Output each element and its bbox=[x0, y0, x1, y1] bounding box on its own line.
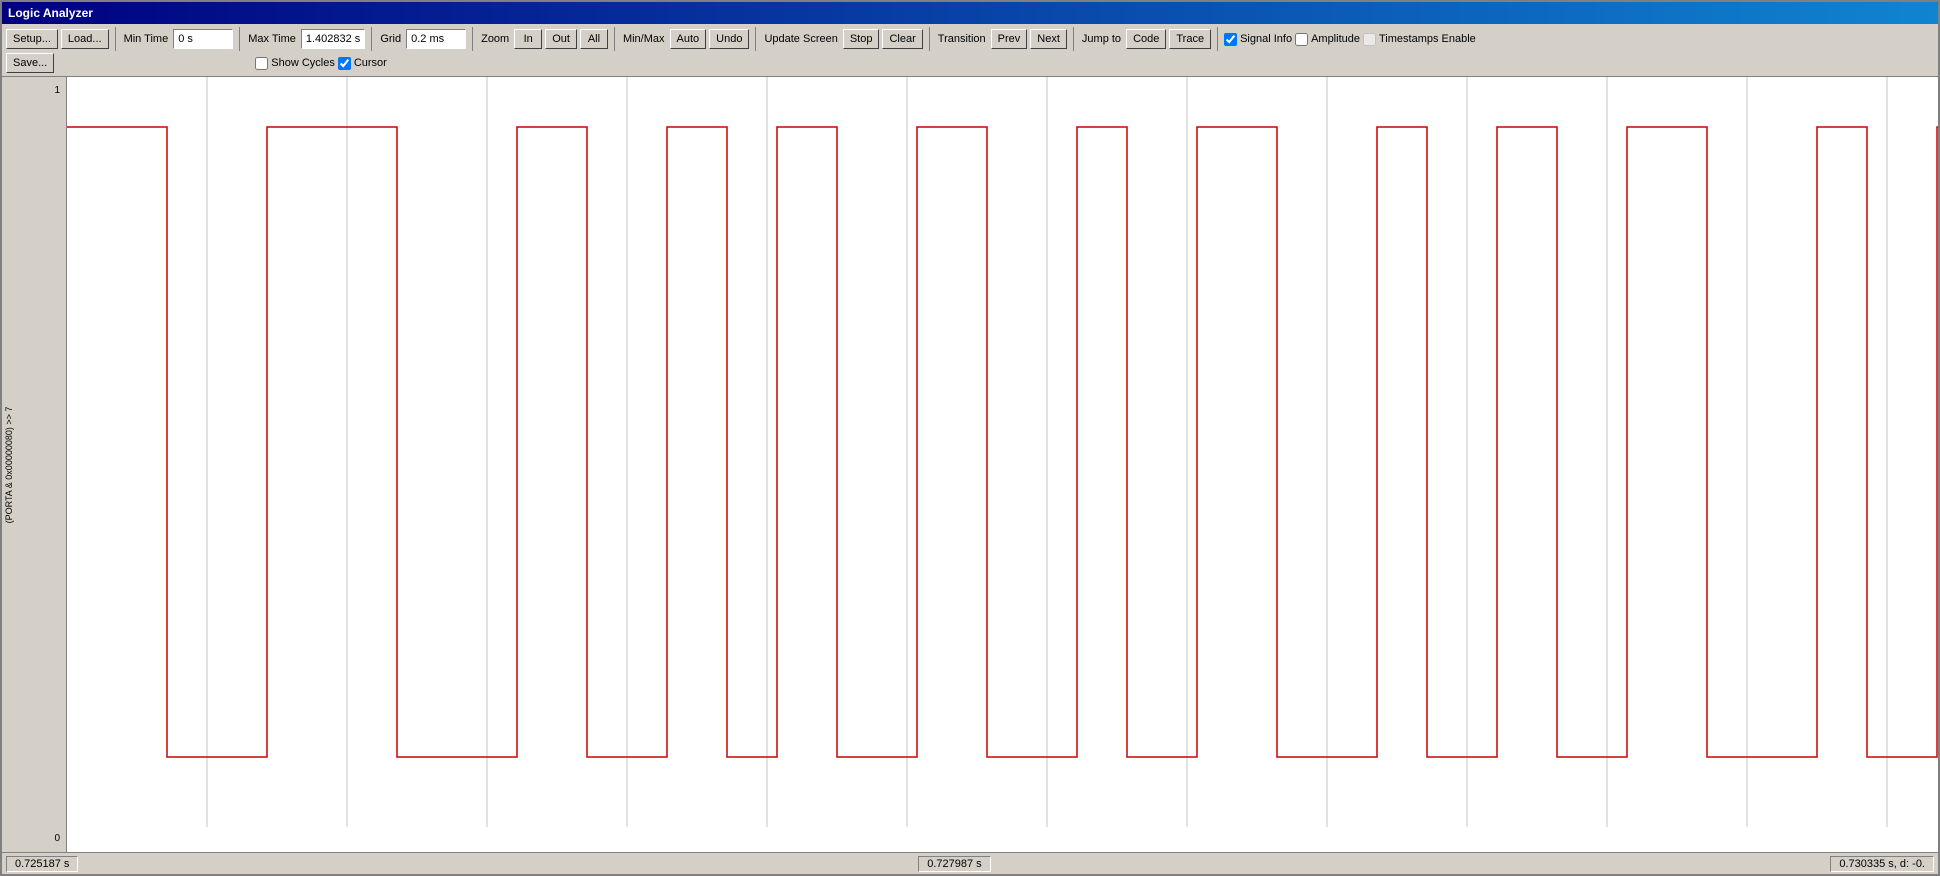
main-area: 1 0 (PORTA & 0x00000080) >> 7 bbox=[2, 77, 1938, 852]
signal-info-checkbox[interactable] bbox=[1224, 33, 1237, 46]
min-time-label: Min Time bbox=[122, 33, 171, 45]
waveform-svg bbox=[67, 77, 1938, 852]
zoom-all-button[interactable]: All bbox=[580, 29, 608, 49]
undo-button[interactable]: Undo bbox=[709, 29, 749, 49]
show-cycles-checkbox[interactable] bbox=[255, 57, 268, 70]
channel-labels-panel: 1 0 (PORTA & 0x00000080) >> 7 bbox=[2, 77, 67, 852]
separator-1 bbox=[115, 27, 116, 51]
grid-label: Grid bbox=[378, 33, 403, 45]
cursor-group: Cursor bbox=[338, 57, 387, 70]
status-center: 0.727987 s bbox=[918, 856, 990, 872]
separator-4 bbox=[472, 27, 473, 51]
separator-8 bbox=[1073, 27, 1074, 51]
separator-7 bbox=[929, 27, 930, 51]
toolbar: Setup... Load... Min Time 0 s Max Time 1… bbox=[2, 24, 1938, 77]
status-left: 0.725187 s bbox=[6, 856, 78, 872]
stop-button[interactable]: Stop bbox=[843, 29, 880, 49]
separator-3 bbox=[371, 27, 372, 51]
load-button[interactable]: Load... bbox=[61, 29, 109, 49]
amplitude-group: Amplitude bbox=[1295, 33, 1360, 46]
cursor-label: Cursor bbox=[354, 57, 387, 69]
signal-info-label: Signal Info bbox=[1240, 33, 1292, 45]
amplitude-checkbox[interactable] bbox=[1295, 33, 1308, 46]
update-screen-label: Update Screen bbox=[762, 33, 839, 45]
min-time-value: 0 s bbox=[173, 29, 233, 49]
waveform-area[interactable] bbox=[67, 77, 1938, 852]
max-time-value: 1.402832 s bbox=[301, 29, 365, 49]
timestamps-checkbox[interactable] bbox=[1363, 33, 1376, 46]
save-button[interactable]: Save... bbox=[6, 53, 54, 73]
max-time-label: Max Time bbox=[246, 33, 298, 45]
setup-button[interactable]: Setup... bbox=[6, 29, 58, 49]
transition-label: Transition bbox=[936, 33, 988, 45]
channel-label: (PORTA & 0x00000080) >> 7 bbox=[4, 406, 14, 523]
main-window: Logic Analyzer Setup... Load... Min Time… bbox=[0, 0, 1940, 876]
zoom-in-button[interactable]: In bbox=[514, 29, 542, 49]
timestamps-label: Timestamps Enable bbox=[1379, 33, 1476, 45]
right-time: 0.730335 s, d: -0. bbox=[1839, 858, 1925, 870]
prev-button[interactable]: Prev bbox=[991, 29, 1028, 49]
separator-6 bbox=[755, 27, 756, 51]
toolbar-row-1: Setup... Load... Min Time 0 s Max Time 1… bbox=[6, 27, 1934, 51]
left-time: 0.725187 s bbox=[15, 858, 69, 870]
jumpto-label: Jump to bbox=[1080, 33, 1123, 45]
minmax-label: Min/Max bbox=[621, 33, 667, 45]
trace-button[interactable]: Trace bbox=[1169, 29, 1211, 49]
separator-9 bbox=[1217, 27, 1218, 51]
signal-info-group: Signal Info bbox=[1224, 33, 1292, 46]
window-title: Logic Analyzer bbox=[8, 6, 93, 20]
auto-button[interactable]: Auto bbox=[670, 29, 707, 49]
zoom-label: Zoom bbox=[479, 33, 511, 45]
clear-button[interactable]: Clear bbox=[882, 29, 922, 49]
scale-high: 1 bbox=[54, 85, 60, 96]
title-bar: Logic Analyzer bbox=[2, 2, 1938, 24]
show-cycles-group: Show Cycles bbox=[255, 57, 335, 70]
cursor-checkbox[interactable] bbox=[338, 57, 351, 70]
next-button[interactable]: Next bbox=[1030, 29, 1067, 49]
timestamps-group: Timestamps Enable bbox=[1363, 33, 1476, 46]
amplitude-label: Amplitude bbox=[1311, 33, 1360, 45]
show-cycles-label: Show Cycles bbox=[271, 57, 335, 69]
separator-2 bbox=[239, 27, 240, 51]
status-bar: 0.725187 s 0.727987 s 0.730335 s, d: -0. bbox=[2, 852, 1938, 874]
toolbar-row-2: Save... Show Cycles Cursor bbox=[6, 53, 1934, 73]
center-time: 0.727987 s bbox=[927, 858, 981, 870]
separator-5 bbox=[614, 27, 615, 51]
grid-value: 0.2 ms bbox=[406, 29, 466, 49]
scale-low: 0 bbox=[54, 833, 60, 844]
code-button[interactable]: Code bbox=[1126, 29, 1166, 49]
status-right: 0.730335 s, d: -0. bbox=[1830, 856, 1934, 872]
zoom-out-button[interactable]: Out bbox=[545, 29, 577, 49]
